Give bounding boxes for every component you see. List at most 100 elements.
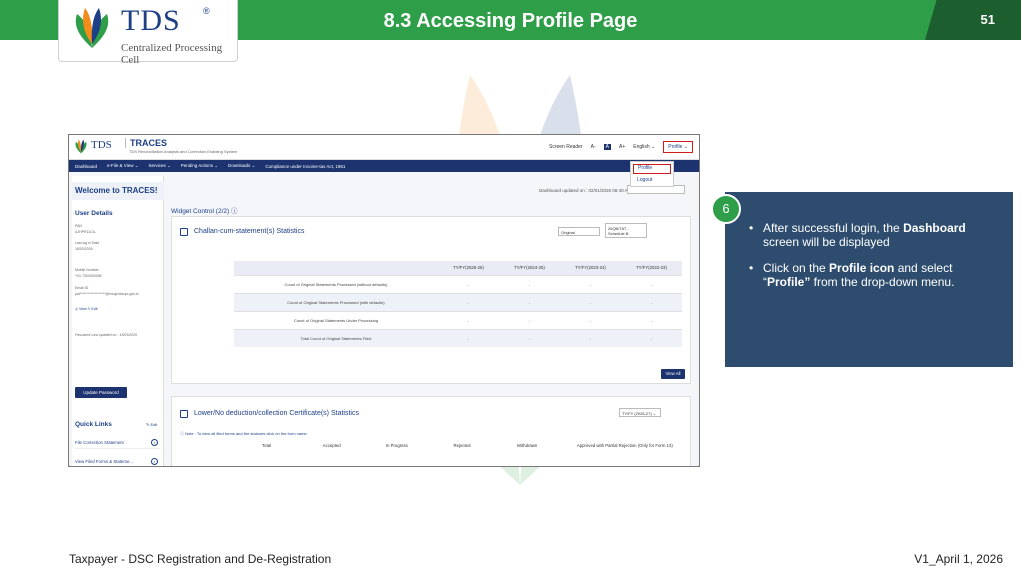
font-increase-button[interactable]: A+ <box>619 144 625 150</box>
font-decrease-button[interactable]: A- <box>591 144 596 150</box>
row-label: Count of Original Statements Processed (… <box>234 292 438 311</box>
font-normal-button[interactable]: A <box>603 144 611 150</box>
table-cell: - <box>437 274 499 293</box>
traces-sidebar: Welcome to TRACES! User Details PAN AJHP… <box>72 176 164 466</box>
row-label: Count of Original Statements Under Proce… <box>234 310 438 329</box>
table-header-cell: Total <box>262 443 272 448</box>
email-label: Email ID <box>75 286 89 290</box>
quick-link-item[interactable]: File Correction Statement i <box>75 436 161 449</box>
ldc-note: ⓘ Note : To view all filed forms and the… <box>180 431 308 436</box>
table-cell: - <box>620 328 682 347</box>
table-header-cell: TY/FY(2023-24) <box>575 265 606 271</box>
challan-table: TY/FY(2025-26) TY/FY(2024-25) TY/FY(2023… <box>234 261 682 347</box>
table-header-row: TY/FY(2025-26) TY/FY(2024-25) TY/FY(2023… <box>234 261 682 275</box>
ldc-year-select[interactable]: TY/FY (2026-27) ⌄ <box>619 408 661 417</box>
table-header-cell: TY/FY(2025-26) <box>452 265 484 271</box>
traces-leaf-logo-icon <box>75 139 87 154</box>
nav-item-efile[interactable]: e-File & View ⌄ <box>107 163 138 169</box>
footer-version: V1_April 1, 2026 <box>914 552 1003 566</box>
quick-links-title: Quick Links <box>75 421 112 428</box>
update-password-button[interactable]: Update Password <box>75 387 127 398</box>
password-note: Password Last updated on - 18/03/2026 <box>75 333 138 337</box>
traces-header: TDS TRACES TDS Reconciliation Analysis a… <box>69 135 699 160</box>
row-label: Count of Original Statements Processed (… <box>234 274 438 293</box>
table-header-cell: TY/FY(2022-23) <box>636 265 667 271</box>
last-login-label: Last log in Date <box>75 241 100 245</box>
statistics-icon <box>180 228 188 236</box>
table-row: Total Count of Original Statements Filed… <box>234 328 682 347</box>
table-cell: - <box>498 328 560 347</box>
table-cell: - <box>559 274 621 293</box>
screen-reader-link[interactable]: Screen Reader <box>549 144 583 150</box>
table-cell: - <box>437 328 499 347</box>
traces-nav: Dashboard e-File & View ⌄ Services ⌄ Pen… <box>69 160 699 172</box>
page-number: 51 <box>980 12 995 27</box>
nav-item-services[interactable]: Services ⌄ <box>148 163 170 169</box>
view-edit-links[interactable]: ◎ View ✎ Edit <box>75 307 97 312</box>
step-number-badge: 6 <box>711 194 741 224</box>
widget-control[interactable]: Widget Control (2/2) ⓘ <box>171 205 237 215</box>
user-details-title: User Details <box>75 210 113 217</box>
pan-value: AJHPR1113L <box>75 230 96 234</box>
table-cell: - <box>437 292 499 311</box>
quick-link-label: File Correction Statement <box>75 440 124 445</box>
traces-main: Dashboard updated on : 02/01/2026 08:40 … <box>169 176 695 466</box>
traces-dashboard-screenshot: TDS TRACES TDS Reconciliation Analysis a… <box>68 134 700 467</box>
table-header-cell: Withdrawn <box>516 443 538 448</box>
table-header-cell: Accepted <box>322 443 341 448</box>
view-all-button[interactable]: View All <box>661 369 685 379</box>
pan-label: PAN <box>75 224 82 228</box>
profile-menu-button[interactable]: Profile ⌄ <box>663 141 693 153</box>
profile-dropdown: Profile Logout <box>630 161 674 187</box>
table-header-cell <box>234 261 438 275</box>
logo-text: TDS <box>121 4 181 37</box>
table-cell: - <box>559 310 621 329</box>
instruction-bold: Dashboard <box>903 221 966 235</box>
statistics-icon <box>180 410 188 418</box>
traces-brand: TRACES <box>125 138 167 148</box>
nav-item-dashboard[interactable]: Dashboard <box>75 164 97 169</box>
challan-statistics-panel: Challan-cum-statement(s) Statistics Orig… <box>171 216 691 384</box>
instruction-item: After successful login, the Dashboard sc… <box>745 221 995 249</box>
dropdown-logout-item[interactable]: Logout <box>637 177 652 183</box>
nav-item-compliance[interactable]: Compliance under Income-tax Act, 1961 <box>265 164 345 169</box>
table-cell: - <box>620 274 682 293</box>
table-cell: - <box>559 292 621 311</box>
language-select[interactable]: English ⌄ <box>633 144 655 150</box>
instruction-bold: Profile” <box>767 274 811 289</box>
dashboard-updated-text: Dashboard updated on : 02/01/2026 08:40 … <box>539 188 632 193</box>
ldc-statistics-panel: Lower/No deduction/collection Certificat… <box>171 396 691 466</box>
quick-links-edit[interactable]: ✎ Edit <box>146 422 157 427</box>
challan-section-select[interactable]: 26QB/TAT - Schedule B <box>605 223 647 238</box>
table-cell: - <box>498 292 560 311</box>
instruction-list: After successful login, the Dashboard sc… <box>745 221 995 302</box>
mobile-value: +91-7300000096 <box>75 274 102 278</box>
traces-brand-subtitle: TDS Reconciliation Analysis and Correcti… <box>129 149 238 154</box>
table-cell: - <box>620 292 682 311</box>
email-value: pal*******************@incqa.tdscpc.gov.… <box>75 292 139 296</box>
traces-top-right-controls: Screen Reader A- A A+ English ⌄ Profile … <box>549 141 693 153</box>
instruction-text: screen will be displayed <box>763 234 890 249</box>
welcome-heading: Welcome to TRACES! <box>72 182 164 200</box>
table-cell: - <box>437 310 499 329</box>
nav-item-pending-actions[interactable]: Pending Actions ⌄ <box>181 163 218 169</box>
traces-logo-text: TDS <box>91 139 112 151</box>
table-header-cell: TY/FY(2024-25) <box>514 265 545 271</box>
last-login-value: 18/03/2026 <box>75 247 93 251</box>
nav-item-downloads[interactable]: Downloads ⌄ <box>228 163 255 169</box>
instruction-text: Click on the <box>763 261 830 275</box>
dropdown-profile-item[interactable]: Profile <box>633 164 671 174</box>
table-header-cell: Rejected <box>453 443 471 448</box>
info-icon: i <box>151 458 158 465</box>
tds-logo: TDS ® Centralized Processing Cell <box>58 0 238 66</box>
instruction-box: After successful login, the Dashboard sc… <box>725 192 1013 367</box>
table-row: Count of Original Statements Under Proce… <box>234 310 682 329</box>
challan-panel-title: Challan-cum-statement(s) Statistics <box>194 228 305 235</box>
table-header-cell: Approved with Partial Rejection (Only fo… <box>576 443 673 448</box>
challan-type-select[interactable]: Original <box>558 227 600 236</box>
quick-link-item[interactable]: View Filed Forms & Stateme... i <box>75 455 161 466</box>
row-label: Total Count of Original Statements Filed <box>234 328 438 347</box>
info-icon: i <box>151 439 158 446</box>
quick-link-label: View Filed Forms & Stateme... <box>75 459 133 464</box>
mobile-label: Mobile Number <box>75 268 99 272</box>
